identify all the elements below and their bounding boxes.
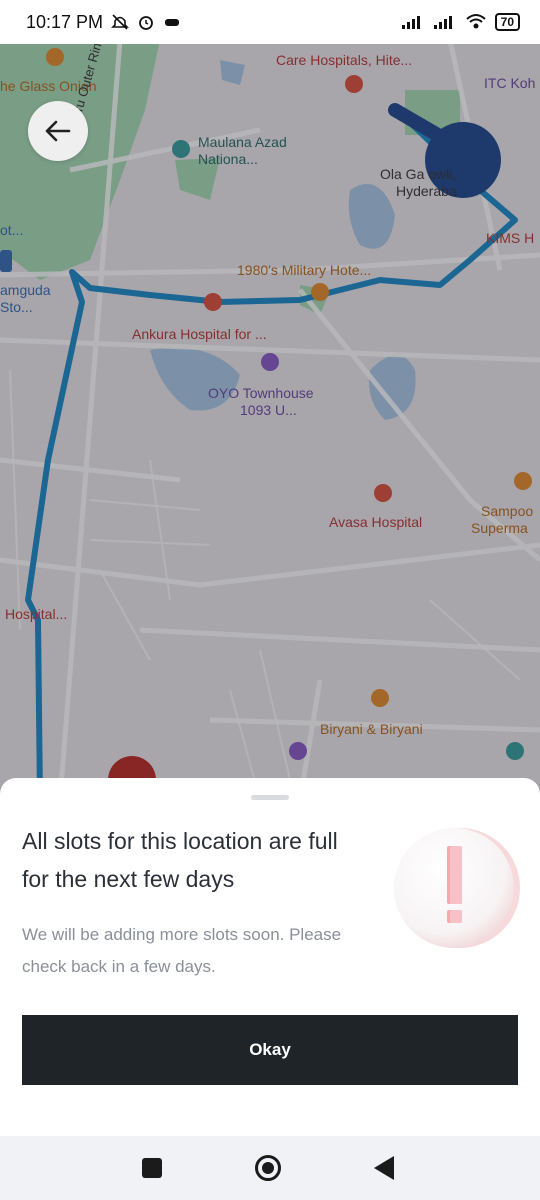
back-nav-icon[interactable] — [374, 1156, 394, 1180]
status-right: 70 — [401, 13, 520, 31]
okay-button[interactable]: Okay — [22, 1015, 518, 1085]
alert-exclamation-icon — [394, 828, 520, 948]
bottom-sheet: All slots for this location are full for… — [0, 778, 540, 1136]
map-dim-overlay — [0, 40, 540, 800]
wifi-icon — [465, 14, 486, 29]
back-button[interactable] — [28, 101, 88, 161]
recents-icon[interactable] — [142, 1158, 162, 1178]
system-nav-bar — [0, 1136, 540, 1200]
sheet-subtitle: We will be adding more slots soon. Pleas… — [22, 925, 342, 976]
status-left: 10:17 PM — [26, 12, 181, 33]
mute-icon — [111, 14, 129, 30]
alarm-icon — [139, 16, 153, 30]
status-bar: 10:17 PM 70 — [0, 0, 540, 44]
sheet-drag-handle[interactable] — [251, 795, 289, 800]
sheet-title: All slots for this location are full for… — [22, 828, 338, 892]
home-icon[interactable] — [255, 1155, 281, 1181]
signal-icon — [401, 16, 420, 29]
signal-icon — [433, 16, 452, 29]
back-arrow-icon — [45, 120, 71, 142]
game-icon — [165, 19, 180, 26]
battery-icon: 70 — [494, 13, 520, 31]
status-time: 10:17 PM — [26, 11, 104, 32]
